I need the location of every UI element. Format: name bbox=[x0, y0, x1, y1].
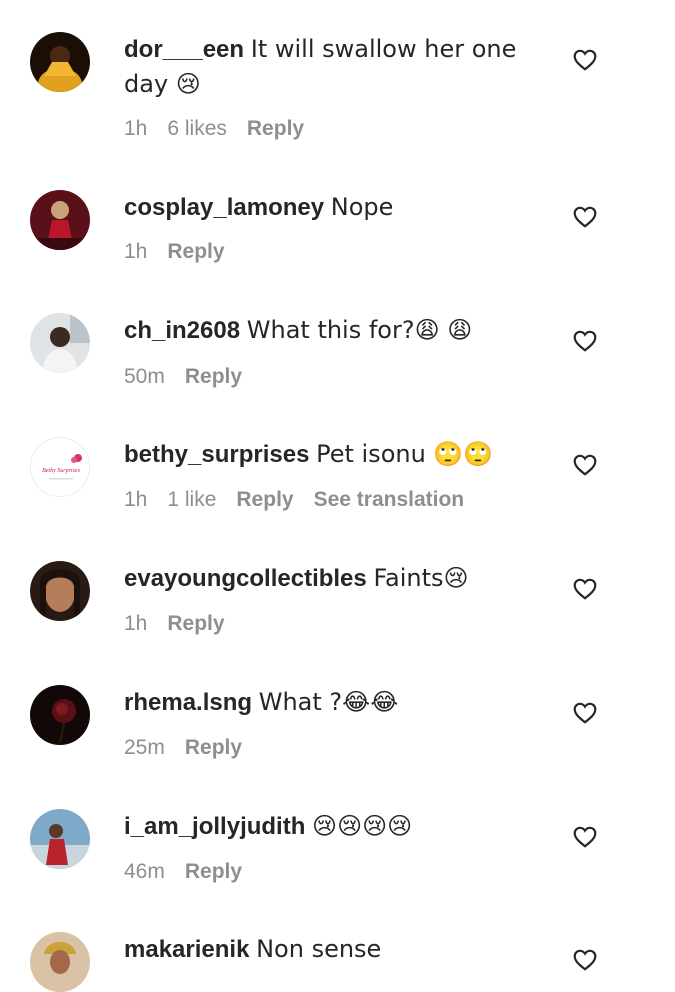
comment-text-line: makarienik Non sense bbox=[124, 932, 544, 967]
comment-text-line: cosplay_lamoney Nope bbox=[124, 190, 544, 225]
comment-username[interactable]: i_am_jollyjudith bbox=[124, 813, 305, 840]
avatar[interactable] bbox=[30, 190, 90, 250]
reply-button[interactable]: Reply bbox=[236, 488, 293, 511]
reply-button[interactable]: Reply bbox=[167, 240, 224, 263]
comment-likes[interactable]: 1 like bbox=[167, 488, 216, 511]
comment-time: 25m bbox=[124, 736, 165, 759]
comment-username[interactable]: ch_in2608 bbox=[124, 317, 240, 344]
heart-icon[interactable] bbox=[572, 824, 598, 850]
comment-username[interactable]: makarienik bbox=[124, 936, 249, 963]
heart-icon[interactable] bbox=[572, 452, 598, 478]
heart-icon[interactable] bbox=[572, 700, 598, 726]
comment-username[interactable]: bethy_surprises bbox=[124, 441, 309, 468]
comment-time: 1h bbox=[124, 488, 148, 511]
comment-username[interactable]: evayoungcollectibles bbox=[124, 565, 367, 592]
comment-text: Non sense bbox=[256, 935, 382, 963]
comment-text: Nope bbox=[330, 193, 394, 221]
comment-meta: 25m Reply bbox=[124, 736, 262, 760]
heart-icon[interactable] bbox=[572, 576, 598, 602]
avatar[interactable] bbox=[30, 561, 90, 621]
reply-button[interactable]: Reply bbox=[167, 612, 224, 635]
comment-meta: 46m Reply bbox=[124, 860, 262, 884]
reply-button[interactable]: Reply bbox=[185, 860, 242, 883]
reply-button[interactable]: Reply bbox=[185, 736, 242, 759]
heart-icon[interactable] bbox=[572, 204, 598, 230]
comment-username[interactable]: rhema.lsng bbox=[124, 689, 252, 716]
avatar[interactable] bbox=[30, 809, 90, 869]
avatar[interactable]: Bethy Surprises bbox=[30, 437, 90, 497]
comment-meta: 1h 1 like Reply See translation bbox=[124, 488, 484, 512]
heart-icon[interactable] bbox=[572, 328, 598, 354]
heart-icon[interactable] bbox=[572, 947, 598, 973]
comment-time: 46m bbox=[124, 860, 165, 883]
comment-meta: 1h Reply bbox=[124, 240, 245, 264]
comment-text-line: rhema.lsng What ?😂😂 bbox=[124, 685, 544, 720]
comment-meta: 1h Reply bbox=[124, 612, 245, 636]
comment-text: What this for?😩 😩 bbox=[246, 316, 473, 344]
reply-button[interactable]: Reply bbox=[185, 365, 242, 388]
comment-text: Pet isonu 🙄🙄 bbox=[316, 440, 494, 468]
comment-text-line: i_am_jollyjudith 😢😢😢😢 bbox=[124, 809, 544, 844]
avatar[interactable] bbox=[30, 932, 90, 992]
comment-time: 1h bbox=[124, 240, 148, 263]
comment-text-line: evayoungcollectibles Faints😢 bbox=[124, 561, 544, 596]
comment-text: 😢😢😢😢 bbox=[312, 812, 413, 840]
avatar[interactable] bbox=[30, 313, 90, 373]
see-translation-button[interactable]: See translation bbox=[314, 488, 465, 511]
comment-text: Faints😢 bbox=[373, 564, 469, 592]
comment-meta: 50m Reply bbox=[124, 365, 262, 389]
comment-text: What ?😂😂 bbox=[258, 688, 399, 716]
comment-text-line: ch_in2608 What this for?😩 😩 bbox=[124, 313, 544, 348]
comment-item: makarienik Non sense bbox=[0, 0, 675, 992]
avatar[interactable] bbox=[30, 685, 90, 745]
comment-time: 1h bbox=[124, 612, 148, 635]
comment-time: 50m bbox=[124, 365, 165, 388]
comment-text-line: bethy_surprises Pet isonu 🙄🙄 bbox=[124, 437, 544, 472]
comment-username[interactable]: cosplay_lamoney bbox=[124, 194, 324, 221]
avatar-logo-text: Bethy Surprises bbox=[42, 468, 80, 474]
